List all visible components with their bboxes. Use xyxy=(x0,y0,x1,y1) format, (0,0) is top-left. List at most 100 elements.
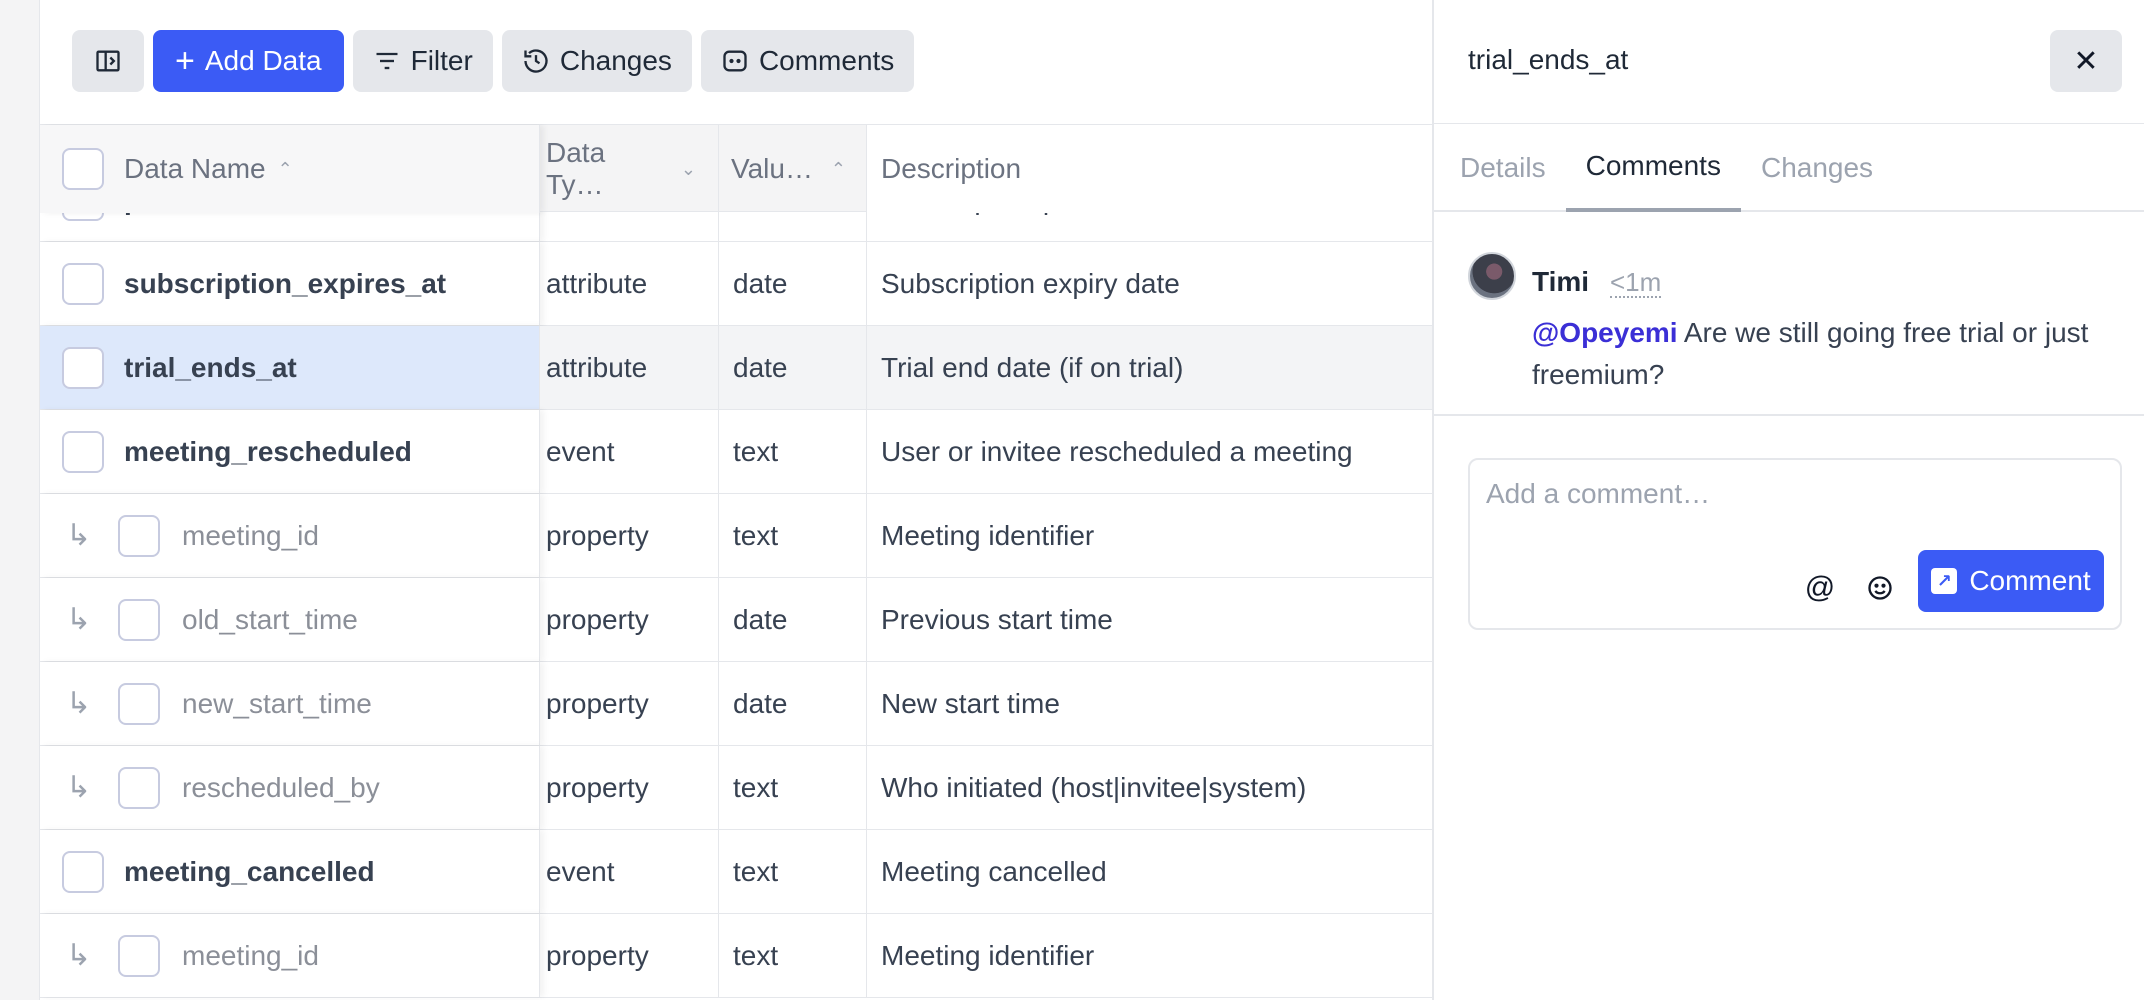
detail-panel: trial_ends_at ✕ Details Comments Changes… xyxy=(1432,0,2144,1000)
row-value-type: text xyxy=(719,410,867,493)
table-row-child[interactable]: ↳ meeting_id property text Meeting ident… xyxy=(40,914,1432,998)
column-header-value[interactable]: Valu… ⌃ xyxy=(719,125,867,213)
row-checkbox[interactable] xyxy=(118,682,160,725)
row-name-cell: meeting_rescheduled xyxy=(40,410,540,493)
emoji-icon xyxy=(1868,576,1892,600)
child-arrow-icon: ↳ xyxy=(66,771,92,804)
row-name: rescheduled_by xyxy=(182,771,380,803)
tab-comments[interactable]: Comments xyxy=(1565,124,1741,212)
row-description: User or invitee rescheduled a meeting xyxy=(881,435,1353,467)
row-value-type: date xyxy=(719,326,867,409)
table-row-selected[interactable]: trial_ends_at attribute date Trial end d… xyxy=(40,326,1432,410)
row-description: Previous start time xyxy=(881,603,1113,635)
add-data-button[interactable]: + Add Data xyxy=(153,30,344,92)
row-type: attribute xyxy=(540,326,719,409)
row-type: property xyxy=(540,578,719,661)
row-name: meeting_cancelled xyxy=(124,855,375,887)
comments-button[interactable]: Comments xyxy=(700,30,915,92)
column-header-description[interactable]: Description xyxy=(867,125,1432,213)
row-data: property text Meeting identifier xyxy=(540,494,1432,577)
row-type: property xyxy=(540,662,719,745)
row-checkbox[interactable] xyxy=(118,934,160,977)
row-name-cell: ↳ meeting_id xyxy=(40,914,540,997)
row-value-type: text xyxy=(719,494,867,577)
child-arrow-icon: ↳ xyxy=(66,687,92,720)
emoji-button[interactable] xyxy=(1856,564,1904,612)
row-data: attribute date Subscription expiry date xyxy=(540,242,1432,325)
row-name: subscription_expires_at xyxy=(124,267,447,299)
column-header-data-name[interactable]: Data Name ⌃ xyxy=(40,125,540,213)
close-button[interactable]: ✕ xyxy=(2050,30,2122,92)
comment-timestamp: <1m xyxy=(1610,267,1662,298)
row-type: event xyxy=(540,410,719,493)
row-checkbox[interactable] xyxy=(62,346,104,389)
row-data: property text Who initiated (host|invite… xyxy=(540,746,1432,829)
table-row[interactable]: meeting_cancelled event text Meeting can… xyxy=(40,830,1432,914)
submit-comment-button[interactable]: ↗ Comment xyxy=(1918,550,2104,612)
row-description: New start time xyxy=(881,687,1060,719)
row-value-type: date xyxy=(719,578,867,661)
tab-changes[interactable]: Changes xyxy=(1741,124,1893,212)
row-checkbox[interactable] xyxy=(62,430,104,473)
table-row-child[interactable]: ↳ old_start_time property date Previous … xyxy=(40,578,1432,662)
row-value-type: text xyxy=(719,830,867,913)
filter-button[interactable]: Filter xyxy=(352,30,493,92)
row-data: property date Previous start time xyxy=(540,578,1432,661)
row-value-type: text xyxy=(719,914,867,997)
at-icon: @ xyxy=(1804,571,1836,604)
row-name-cell: ↳ rescheduled_by xyxy=(40,746,540,829)
table-row-child[interactable]: ↳ rescheduled_by property text Who initi… xyxy=(40,746,1432,830)
row-description: Subscription expiry date xyxy=(881,267,1180,299)
comment-author: Timi xyxy=(1532,266,1590,297)
row-data: property text Meeting identifier xyxy=(540,914,1432,997)
add-data-label: Add Data xyxy=(204,45,322,76)
table-row-child[interactable]: ↳ meeting_id property text Meeting ident… xyxy=(40,494,1432,578)
row-value-type: text xyxy=(719,746,867,829)
row-name: meeting_id xyxy=(182,939,319,971)
table-row-child[interactable]: ↳ new_start_time property date New start… xyxy=(40,662,1432,746)
row-type: property xyxy=(540,914,719,997)
column-label-data-type: Data Ty… xyxy=(546,137,606,200)
changes-label: Changes xyxy=(559,45,672,76)
child-arrow-icon: ↳ xyxy=(66,939,92,972)
table-row[interactable]: meeting_rescheduled event text User or i… xyxy=(40,410,1432,494)
comment-mention[interactable]: @Opeyemi xyxy=(1532,317,1678,348)
changes-button[interactable]: Changes xyxy=(501,30,692,92)
avatar xyxy=(1468,252,1516,300)
submit-comment-label: Comment xyxy=(1969,565,2091,596)
column-header-data-type[interactable]: Data Ty… ⌄ xyxy=(540,125,719,213)
comment-item: Timi <1m @Opeyemi Are we still going fre… xyxy=(1434,212,2144,416)
sidebar-toggle-button[interactable] xyxy=(72,30,144,92)
row-name-cell: trial_ends_at xyxy=(40,326,540,409)
sort-icon[interactable]: ⌃ xyxy=(278,159,293,180)
row-type: event xyxy=(540,830,719,913)
history-icon xyxy=(524,49,548,73)
panel-tabs: Details Comments Changes xyxy=(1434,124,2144,212)
comment-composer: Add a comment… @ ↗ Comment xyxy=(1468,458,2122,630)
tab-details[interactable]: Details xyxy=(1460,124,1566,212)
sort-icon[interactable]: ⌃ xyxy=(831,159,846,180)
row-name-cell: subscription_expires_at xyxy=(40,242,540,325)
row-name-cell: meeting_cancelled xyxy=(40,830,540,913)
row-data: attribute date Trial end date (if on tri… xyxy=(540,326,1432,409)
row-checkbox[interactable] xyxy=(62,262,104,305)
table-body: plan attribute text Subscription plan na… xyxy=(40,158,1432,998)
row-data: property date New start time xyxy=(540,662,1432,745)
chevron-down-icon[interactable]: ⌄ xyxy=(681,159,696,180)
mention-button[interactable]: @ xyxy=(1796,564,1844,612)
row-checkbox[interactable] xyxy=(118,598,160,641)
comment-input[interactable]: Add a comment… xyxy=(1486,478,1710,510)
row-description: Who initiated (host|invitee|system) xyxy=(881,771,1307,803)
row-name-cell: ↳ old_start_time xyxy=(40,578,540,661)
row-checkbox[interactable] xyxy=(118,766,160,809)
table-row[interactable]: subscription_expires_at attribute date S… xyxy=(40,242,1432,326)
row-checkbox[interactable] xyxy=(62,850,104,893)
data-table: Data Name ⌃ Data Ty… ⌄ Valu… ⌃ Descripti… xyxy=(40,124,1432,1000)
comment-body: @Opeyemi Are we still going free trial o… xyxy=(1532,312,2112,396)
row-name: meeting_rescheduled xyxy=(124,435,412,467)
row-checkbox[interactable] xyxy=(118,514,160,557)
row-type: attribute xyxy=(540,242,719,325)
row-type: property xyxy=(540,746,719,829)
select-all-checkbox[interactable] xyxy=(62,148,104,190)
child-arrow-icon: ↳ xyxy=(66,519,92,552)
